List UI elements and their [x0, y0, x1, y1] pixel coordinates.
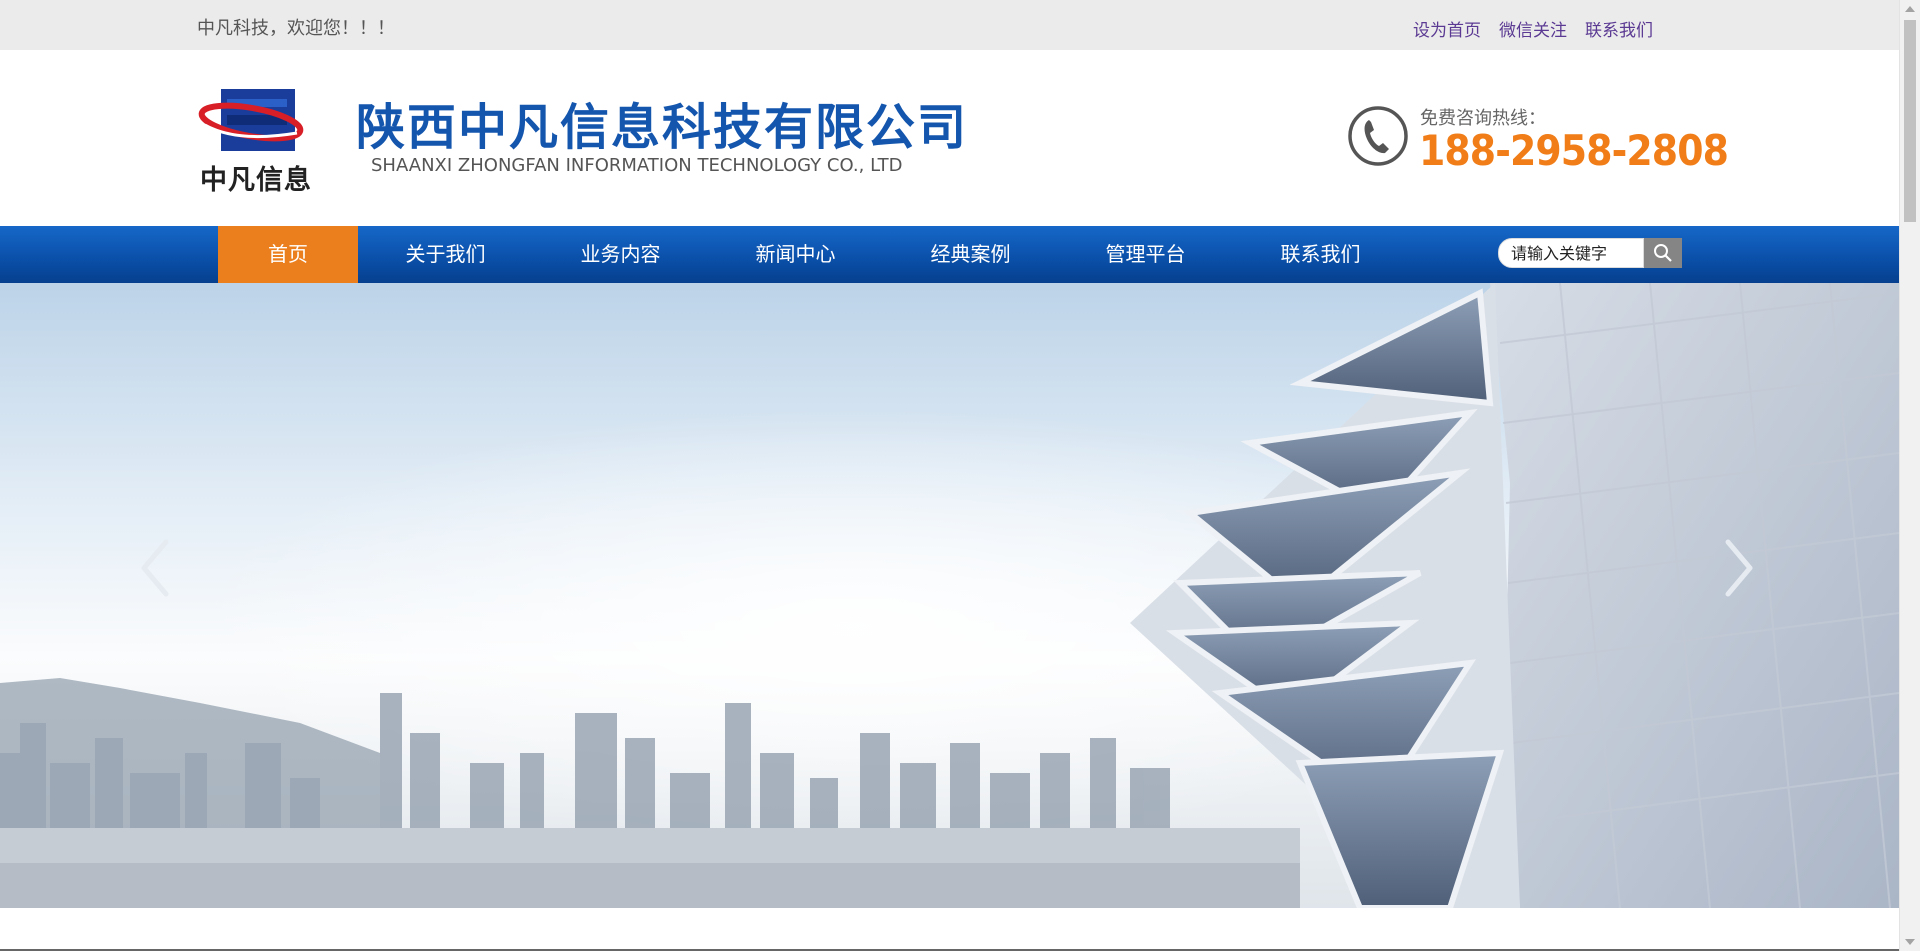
- nav-item-business[interactable]: 业务内容: [533, 226, 708, 283]
- search-input[interactable]: [1498, 238, 1644, 268]
- welcome-text: 中凡科技，欢迎您！！！: [197, 18, 395, 39]
- logo-text: 中凡信息: [200, 165, 312, 196]
- main-nav: 首页 关于我们 业务内容 新闻中心 经典案例 管理平台 联系我们: [0, 226, 1899, 283]
- hotline-number: 188-2958-2808: [1419, 126, 1729, 175]
- nav-item-news[interactable]: 新闻中心: [708, 226, 883, 283]
- wechat-follow-link[interactable]: 微信关注: [1499, 16, 1567, 41]
- phone-icon: [1348, 106, 1408, 166]
- nav-item-about[interactable]: 关于我们: [358, 226, 533, 283]
- nav-item-home[interactable]: 首页: [218, 226, 358, 283]
- scroll-up-icon[interactable]: [1905, 6, 1915, 12]
- nav-item-platform[interactable]: 管理平台: [1058, 226, 1233, 283]
- nav-item-contact[interactable]: 联系我们: [1233, 226, 1408, 283]
- contact-us-link[interactable]: 联系我们: [1585, 16, 1653, 41]
- header: 中凡信息 陕西中凡信息科技有限公司 SHAANXI ZHONGFAN INFOR…: [0, 50, 1899, 226]
- chevron-left-icon[interactable]: [136, 536, 176, 600]
- content-strip: [0, 908, 1899, 951]
- search-box: [1498, 238, 1682, 270]
- company-name-cn: 陕西中凡信息科技有限公司: [356, 99, 969, 156]
- company-name-en: SHAANXI ZHONGFAN INFORMATION TECHNOLOGY …: [371, 155, 903, 176]
- search-button[interactable]: [1644, 238, 1682, 268]
- search-icon: [1654, 244, 1672, 262]
- page: 中凡科技，欢迎您！！！ 设为首页 微信关注 联系我们 中凡信息 陕西中凡信息科技…: [0, 0, 1899, 951]
- scroll-down-icon[interactable]: [1905, 939, 1915, 945]
- nav-items: 首页 关于我们 业务内容 新闻中心 经典案例 管理平台 联系我们: [218, 226, 1408, 283]
- nav-item-cases[interactable]: 经典案例: [883, 226, 1058, 283]
- vertical-scrollbar[interactable]: [1899, 0, 1920, 951]
- chevron-right-icon[interactable]: [1718, 536, 1758, 600]
- hero-banner: [0, 283, 1899, 908]
- set-homepage-link[interactable]: 设为首页: [1413, 16, 1481, 41]
- banner-image: [0, 283, 1899, 908]
- scroll-thumb[interactable]: [1904, 20, 1916, 222]
- top-links: 设为首页 微信关注 联系我们: [1413, 16, 1653, 41]
- top-bar: 中凡科技，欢迎您！！！ 设为首页 微信关注 联系我们: [0, 0, 1899, 51]
